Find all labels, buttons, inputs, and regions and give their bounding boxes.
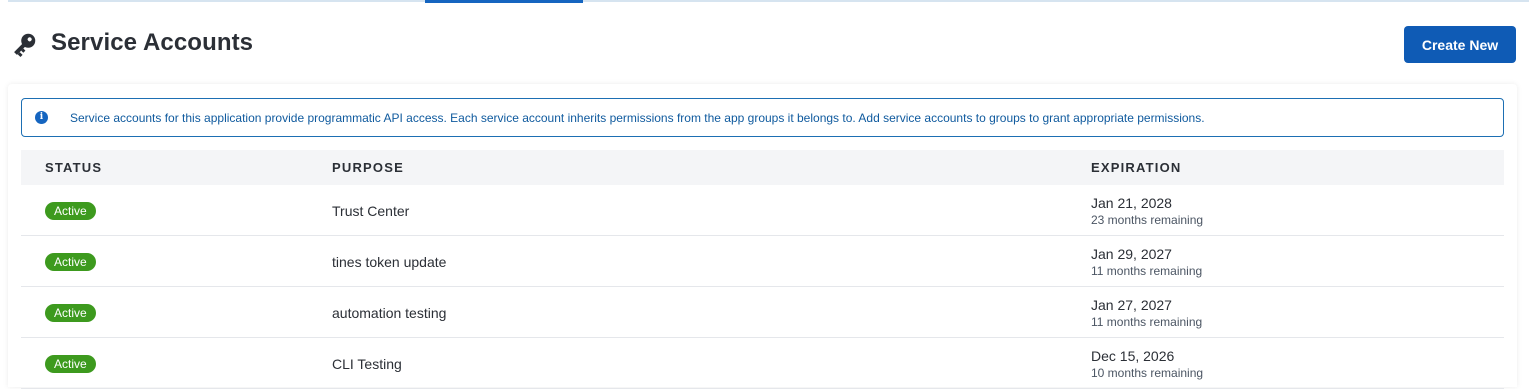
expiration-remaining: 10 months remaining bbox=[1091, 366, 1204, 380]
purpose-cell: automation testing bbox=[332, 305, 447, 321]
create-new-button[interactable]: Create New bbox=[1404, 26, 1516, 63]
expiration-remaining: 11 months remaining bbox=[1091, 315, 1203, 329]
status-badge: Active bbox=[45, 253, 96, 271]
tab-rail bbox=[8, 0, 1529, 2]
column-header-status[interactable]: STATUS bbox=[45, 160, 102, 175]
service-accounts-table: STATUS PURPOSE EXPIRATION Active Trust C… bbox=[21, 150, 1504, 389]
expiration-date: Dec 15, 2026 bbox=[1091, 348, 1175, 364]
status-badge: Active bbox=[45, 355, 96, 373]
info-banner: i Service accounts for this application … bbox=[21, 98, 1504, 137]
expiration-date: Jan 21, 2028 bbox=[1091, 195, 1172, 211]
tab-indicator-bar bbox=[0, 0, 1537, 3]
purpose-cell: Trust Center bbox=[332, 203, 410, 219]
expiration-date: Jan 29, 2027 bbox=[1091, 246, 1172, 262]
table-row[interactable]: Active tines token update Jan 29, 2027 1… bbox=[21, 236, 1504, 287]
key-icon bbox=[14, 33, 36, 58]
service-accounts-card: i Service accounts for this application … bbox=[8, 84, 1517, 389]
expiration-date: Jan 27, 2027 bbox=[1091, 297, 1172, 313]
status-badge: Active bbox=[45, 304, 96, 322]
expiration-remaining: 23 months remaining bbox=[1091, 213, 1204, 227]
column-header-purpose[interactable]: PURPOSE bbox=[332, 160, 404, 175]
purpose-cell: CLI Testing bbox=[332, 356, 402, 372]
table-row[interactable]: Active CLI Testing Dec 15, 2026 10 month… bbox=[21, 338, 1504, 389]
info-text: Service accounts for this application pr… bbox=[70, 111, 1205, 125]
expiration-remaining: 11 months remaining bbox=[1091, 264, 1203, 278]
table-row[interactable]: Active automation testing Jan 27, 2027 1… bbox=[21, 287, 1504, 338]
column-header-expiration[interactable]: EXPIRATION bbox=[1091, 160, 1182, 175]
table-header: STATUS PURPOSE EXPIRATION bbox=[21, 150, 1504, 185]
page-header: Service Accounts Create New bbox=[0, 22, 1537, 66]
page-title: Service Accounts bbox=[51, 29, 254, 56]
table-row[interactable]: Active Trust Center Jan 21, 2028 23 mont… bbox=[21, 185, 1504, 236]
purpose-cell: tines token update bbox=[332, 254, 447, 270]
active-tab-indicator bbox=[425, 0, 583, 3]
status-badge: Active bbox=[45, 202, 96, 220]
info-icon: i bbox=[35, 111, 48, 124]
